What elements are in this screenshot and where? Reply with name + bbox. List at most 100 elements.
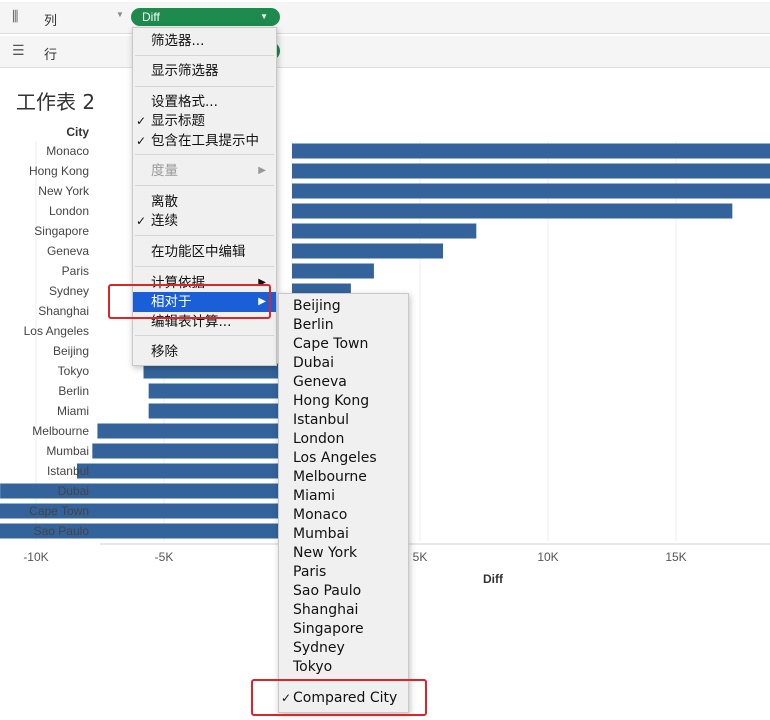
category-label: Miami — [57, 404, 89, 418]
menu-item-label: 包含在工具提示中 — [151, 133, 259, 149]
category-label: Mumbai — [46, 444, 89, 458]
submenu-item-label: Tokyo — [293, 659, 333, 675]
submenu-city-dubai[interactable]: Dubai — [279, 354, 408, 373]
submenu-item-label: New York — [293, 545, 358, 561]
submenu-item-label: Beijing — [293, 298, 341, 314]
x-tick-label: 15K — [665, 550, 686, 564]
submenu-city-berlin[interactable]: Berlin — [279, 316, 408, 335]
menu-item-label: 离散 — [151, 194, 178, 210]
bar-istanbul[interactable] — [76, 463, 293, 479]
bar-geneva[interactable] — [292, 243, 444, 259]
submenu-city-cape-town[interactable]: Cape Town — [279, 335, 408, 354]
submenu-item-label: Dubai — [293, 355, 335, 371]
category-label: Singapore — [34, 224, 89, 238]
menu-separator — [135, 235, 274, 236]
menu-item-6[interactable]: 离散 — [133, 192, 276, 212]
submenu-city-new-york[interactable]: New York — [279, 544, 408, 563]
submenu-item-label: Geneva — [293, 374, 347, 390]
submenu-city-singapore[interactable]: Singapore — [279, 620, 408, 639]
bar-monaco[interactable] — [292, 143, 770, 159]
bar-hong-kong[interactable] — [292, 163, 770, 179]
submenu-item-label: London — [293, 431, 345, 447]
submenu-item-label: Cape Town — [293, 336, 369, 352]
category-label: Beijing — [53, 344, 89, 358]
menu-item-label: 度量 — [151, 163, 178, 179]
bar-melbourne[interactable] — [97, 423, 292, 439]
menu-separator — [135, 86, 274, 87]
menu-item-12[interactable]: 移除 — [133, 342, 276, 362]
category-label: Los Angeles — [24, 324, 89, 338]
menu-item-8[interactable]: 在功能区中编辑 — [133, 242, 276, 262]
menu-item-label: 在功能区中编辑 — [151, 244, 246, 260]
menu-separator — [135, 55, 274, 56]
submenu-city-melbourne[interactable]: Melbourne — [279, 468, 408, 487]
submenu-city-miami[interactable]: Miami — [279, 487, 408, 506]
category-label: Berlin — [58, 384, 89, 398]
submenu-city-london[interactable]: London — [279, 430, 408, 449]
menu-item-label: 连续 — [151, 213, 178, 229]
submenu-city-mumbai[interactable]: Mumbai — [279, 525, 408, 544]
submenu-city-los-angeles[interactable]: Los Angeles — [279, 449, 408, 468]
menu-item-7[interactable]: ✓ 连续 — [133, 211, 276, 231]
menu-separator — [135, 154, 274, 155]
submenu-item-label: Sao Paulo — [293, 583, 362, 599]
category-label: Paris — [62, 264, 89, 278]
category-label: Melbourne — [32, 424, 89, 438]
menu-item-label: 筛选器... — [151, 33, 205, 49]
category-label: New York — [38, 184, 90, 198]
x-tick-label: 5K — [413, 550, 428, 564]
category-label: London — [49, 204, 89, 218]
submenu-item-label: Istanbul — [293, 412, 350, 428]
menu-item-2[interactable]: 设置格式... — [133, 92, 276, 112]
submenu-item-label: Melbourne — [293, 469, 367, 485]
check-icon: ✓ — [136, 134, 147, 148]
menu-item-label: 移除 — [151, 344, 178, 360]
menu-item-5: 度量 ▶ — [133, 161, 276, 181]
submenu-city-beijing[interactable]: Beijing — [279, 297, 408, 316]
x-tick-label: -5K — [155, 550, 174, 564]
menu-item-0[interactable]: 筛选器... — [133, 31, 276, 51]
submenu-city-shanghai[interactable]: Shanghai — [279, 601, 408, 620]
highlight-relative-to — [108, 284, 271, 319]
bar-singapore[interactable] — [292, 223, 477, 239]
menu-item-3[interactable]: ✓ 显示标题 — [133, 111, 276, 131]
menu-item-1[interactable]: 显示筛选器 — [133, 61, 276, 81]
menu-item-label: 设置格式... — [151, 94, 218, 110]
menu-separator — [135, 185, 274, 186]
category-label: Shanghai — [38, 304, 89, 318]
bar-miami[interactable] — [148, 403, 292, 419]
submenu-item-label: Sydney — [293, 640, 345, 656]
category-label: Sao Paulo — [34, 524, 90, 538]
relative-to-submenu: Beijing Berlin Cape Town Dubai Geneva Hong Ko… — [278, 293, 409, 713]
x-axis-label: Diff — [483, 572, 504, 586]
category-label: Tokyo — [58, 364, 90, 378]
category-label: Dubai — [58, 484, 89, 498]
menu-item-4[interactable]: ✓ 包含在工具提示中 — [133, 131, 276, 151]
submenu-city-hong-kong[interactable]: Hong Kong — [279, 392, 408, 411]
bar-london[interactable] — [292, 203, 733, 219]
submenu-item-label: Singapore — [293, 621, 364, 637]
submenu-item-label: Shanghai — [293, 602, 359, 618]
bar-paris[interactable] — [292, 263, 374, 279]
submenu-item-label: Paris — [293, 564, 327, 580]
category-label: Monaco — [46, 144, 89, 158]
submenu-city-tokyo[interactable]: Tokyo — [279, 658, 408, 677]
menu-separator — [135, 335, 274, 336]
y-axis-header: City — [66, 125, 89, 139]
bar-new-york[interactable] — [292, 183, 770, 199]
bar-berlin[interactable] — [148, 383, 292, 399]
submenu-item-label: Berlin — [293, 317, 334, 333]
submenu-city-monaco[interactable]: Monaco — [279, 506, 408, 525]
category-label: Geneva — [47, 244, 89, 258]
submenu-city-geneva[interactable]: Geneva — [279, 373, 408, 392]
x-tick-label: 10K — [537, 550, 558, 564]
submenu-city-sao-paulo[interactable]: Sao Paulo — [279, 582, 408, 601]
bar-dubai[interactable] — [0, 483, 292, 499]
submenu-city-sydney[interactable]: Sydney — [279, 639, 408, 658]
bar-mumbai[interactable] — [92, 443, 292, 459]
category-label: Sydney — [49, 284, 89, 298]
submenu-city-paris[interactable]: Paris — [279, 563, 408, 582]
check-icon: ✓ — [136, 114, 147, 128]
submenu-city-istanbul[interactable]: Istanbul — [279, 411, 408, 430]
submenu-item-label: Hong Kong — [293, 393, 370, 409]
